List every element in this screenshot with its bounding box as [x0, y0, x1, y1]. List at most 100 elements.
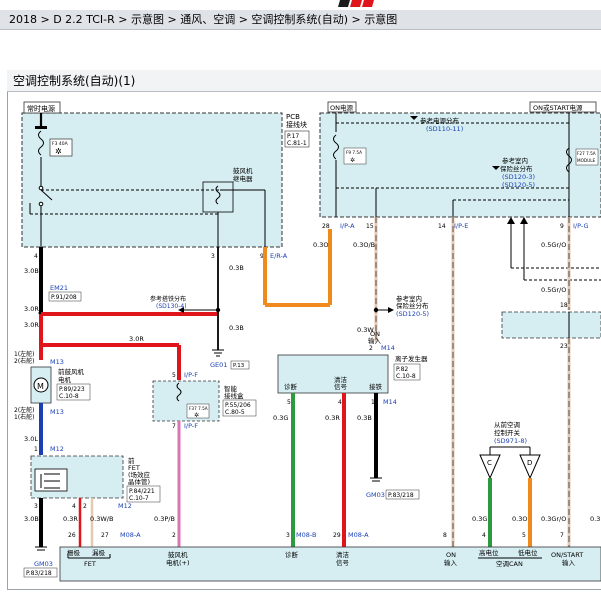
bot-onstart-1: ON/START: [551, 551, 583, 559]
on-input-2: 输入: [368, 336, 382, 345]
m14b-label: M14: [383, 398, 397, 406]
bot-fet: FET: [84, 560, 96, 568]
ref-ground-code: (SD130-4): [156, 303, 187, 310]
wire-05gro: 0.5Gr/O: [541, 241, 566, 249]
ref-ground: 参考搭铁分布: [150, 295, 186, 303]
bot-blower-2: 电机(+): [166, 558, 190, 567]
wiring-schematic: 常时电源 F3 40A ✲ 鼓风机 继电器 PCB 接线块 P.17 C.81-…: [14, 101, 601, 582]
ref-switch-1: 从前空调: [494, 420, 520, 429]
pin-9: 9: [560, 223, 564, 230]
fuse-icon: ✲: [55, 147, 62, 156]
top-strip: [0, 0, 601, 10]
gm03-ref: P.83/218: [26, 570, 52, 577]
fuse-f37-label: F37 7.5A: [189, 406, 208, 411]
ge03-ref: P.83/218: [388, 492, 414, 499]
ref-switch-code: (SD971-8): [494, 437, 527, 445]
pcb-ref-2: C.81-1: [287, 140, 307, 147]
pin-7: 7: [172, 423, 176, 430]
wire-30b: 3.0B: [24, 267, 39, 275]
ip-g-label: I/P-G: [573, 222, 589, 230]
pin-3b: 3: [34, 503, 38, 510]
m12-label: M12: [50, 445, 64, 453]
ref-fuse-2: 保险丝分布: [500, 164, 533, 173]
wire-30r: 3.0R: [24, 321, 39, 329]
pos-rhd-2: 1(右舵): [14, 413, 35, 421]
breadcrumb[interactable]: 2018 > D 2.2 TCI-R > 示意图 > 通风、空调 > 空调控制系…: [0, 10, 601, 30]
diagram-title: 空调控制系统(自动)(1): [7, 70, 601, 92]
pin-3: 3: [211, 253, 215, 260]
brand-logo: [338, 0, 374, 7]
wire-03b-2: 0.3B: [229, 264, 244, 272]
ionizer-diag: 诊断: [284, 382, 298, 391]
wire-03wb: 0.3W/B: [90, 515, 113, 523]
em21-label: EM21: [50, 284, 68, 292]
ionizer-ref-1: P.82: [396, 366, 408, 373]
blower-relay-label: 鼓风机: [233, 166, 253, 175]
pin-7b: 7: [560, 532, 564, 539]
bot-onstart-2: 输入: [562, 558, 576, 567]
ref-fuse-1: 参考室内: [502, 156, 528, 165]
ref-fuse-code-2: (SD120-5): [502, 181, 535, 189]
ip-a-label: I/P-A: [340, 222, 355, 230]
m08a-label: M08-A: [120, 531, 141, 539]
svg-text:M: M: [37, 382, 44, 391]
bot-blower-1: 鼓风机: [168, 550, 188, 559]
wire-03g: 0.3G: [273, 414, 288, 422]
ref-power-dist: 参考电源分布: [420, 116, 460, 125]
ge01-label: GE01: [210, 361, 227, 369]
ip-f-label: I/P-F: [184, 371, 198, 379]
pin-4a: 4: [34, 253, 38, 260]
ge03-label: GM03: [366, 491, 385, 499]
pin-2: 2: [369, 345, 373, 352]
fuse-icon-2: ✲: [194, 412, 199, 419]
ge01-ref: P.13: [233, 363, 245, 369]
m13-label: M13: [50, 358, 64, 366]
pos-rhd: 2(右舵): [14, 357, 35, 365]
on-start-label: ON或START电源: [533, 103, 583, 112]
ref-fuse-right-code: (SD120-5): [396, 310, 429, 318]
pcb-label: PCB: [286, 113, 300, 121]
fet-label-4: 晶体管): [128, 477, 150, 486]
wire-30r-3: 3.0R: [24, 305, 39, 313]
fet-ref-2: C.10-7: [129, 495, 149, 502]
pin-4: 4: [338, 399, 342, 406]
blower-relay-label-2: 继电器: [233, 174, 253, 183]
ionizer-ground: 接铁: [369, 382, 383, 391]
pin-8: 8: [443, 532, 447, 539]
module-label: MODULE: [577, 158, 596, 163]
pin-5b: 5: [172, 372, 176, 379]
bot-gate: 栅极: [67, 548, 81, 557]
pin-5: 5: [287, 399, 291, 406]
wire-03pb: 0.3P/B: [154, 515, 175, 523]
wire-03r-2: 0.3R: [63, 515, 78, 523]
fet-ref-1: P.84/221: [129, 488, 155, 495]
wire-03b-3: 0.3B: [229, 324, 244, 332]
fuse-f9-label: F9 7.5A: [346, 150, 362, 155]
pin-27: 27: [101, 532, 109, 539]
pin-2b: 2: [83, 503, 87, 510]
em21-ref: P.91/208: [51, 294, 77, 301]
pin-26: 26: [68, 532, 76, 539]
on-power-label: ON电源: [330, 103, 353, 112]
bot-on-2: 输入: [444, 558, 458, 567]
m13b-label: M13: [50, 408, 64, 416]
ref-fuse-code-1: (SD120-3): [502, 173, 535, 181]
wire-30r-2: 3.0R: [129, 335, 144, 343]
conn-d-label: D: [527, 459, 532, 467]
wire-03x: 0.3: [590, 515, 600, 523]
ionizer-clean-2: 信号: [334, 382, 348, 391]
pin-28: 28: [322, 223, 330, 230]
m08b-label: M08-B: [296, 531, 316, 539]
ref-power-dist-code: (SD110-11): [426, 125, 463, 133]
blower-motor-label-2: 电机: [58, 375, 72, 384]
bot-can: 空调CAN: [496, 559, 523, 568]
pin-23: 23: [560, 343, 568, 350]
ref-switch-2: 控制开关: [494, 428, 521, 437]
bot-drain: 漏极: [92, 548, 106, 557]
pin-4b: 4: [72, 503, 76, 510]
wire-03ob: 0.3O/B: [353, 241, 375, 249]
e-ra-label: E/R-A: [270, 252, 288, 260]
pin-3c: 3: [286, 532, 290, 539]
m14-label: M14: [381, 344, 395, 352]
smart-jb-ref-1: P.55/206: [225, 402, 251, 409]
